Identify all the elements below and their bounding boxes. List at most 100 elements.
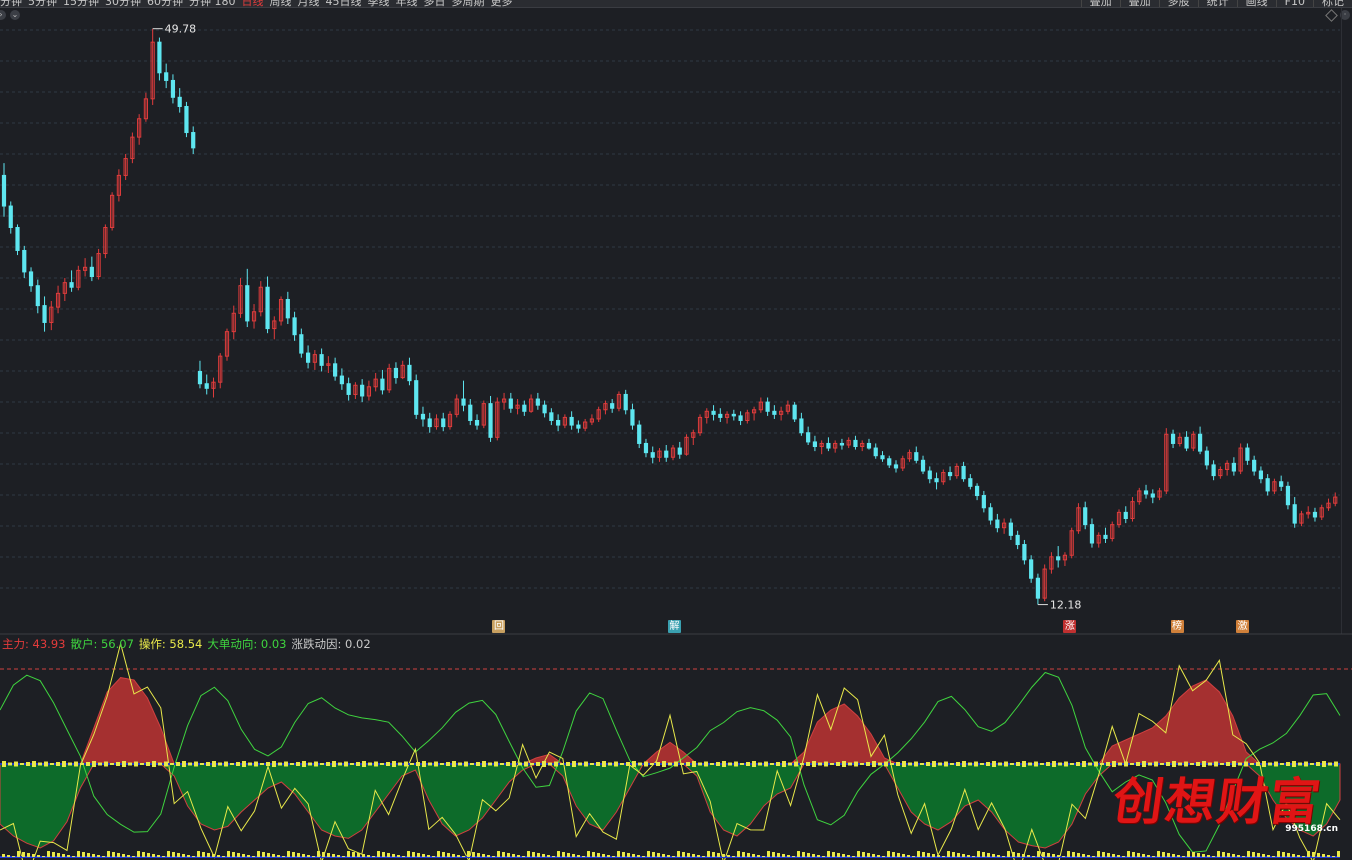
bottom-volume-bar	[67, 855, 70, 857]
volume-tick	[110, 763, 114, 765]
bottom-volume-bar	[1087, 855, 1090, 857]
volume-tick	[386, 762, 390, 766]
volume-tick	[206, 762, 210, 766]
bottom-volume-bar	[497, 851, 500, 857]
bottom-volume-bar	[587, 851, 590, 857]
volume-tick	[62, 761, 66, 767]
volume-tick	[470, 763, 474, 765]
volume-tick	[68, 762, 72, 766]
bottom-volume-bar	[352, 852, 355, 857]
volume-tick	[344, 761, 348, 767]
bottom-volume-bar	[277, 855, 280, 857]
bottom-volume-bar	[372, 856, 375, 857]
bottom-volume-bar	[932, 854, 935, 857]
volume-tick	[986, 762, 990, 766]
candle-body	[157, 41, 162, 74]
volume-tick	[722, 761, 726, 767]
volume-tick	[14, 761, 18, 767]
bottom-volume-bar	[1012, 852, 1015, 857]
bottom-volume-bar	[1107, 853, 1110, 857]
volume-tick	[680, 763, 684, 765]
volume-tick	[20, 763, 24, 765]
bottom-volume-bar	[222, 856, 225, 857]
bottom-volume-bar	[82, 852, 85, 857]
volume-tick	[860, 763, 864, 765]
volume-tick	[608, 762, 612, 766]
volume-tick	[548, 762, 552, 766]
kline-chart[interactable]: 49.78 12.18	[0, 0, 1352, 860]
bottom-volume-bar	[947, 851, 950, 857]
bottom-volume-bar	[882, 856, 885, 857]
candle-body	[35, 285, 40, 307]
volume-tick	[530, 763, 534, 765]
bottom-volume-bar	[522, 856, 525, 857]
bottom-volume-bar	[272, 854, 275, 857]
volume-tick	[992, 761, 996, 767]
event-marker-2[interactable]: 涨	[1063, 620, 1077, 633]
candle-body	[576, 424, 581, 429]
volume-tick	[320, 763, 324, 765]
bottom-volume-bar	[827, 851, 830, 857]
event-marker-3[interactable]: 榜	[1170, 620, 1184, 633]
candle-body	[407, 364, 412, 382]
high-price-label: 49.78	[165, 23, 197, 36]
bottom-volume-bar	[1242, 856, 1245, 857]
bottom-volume-bar	[1247, 851, 1250, 857]
volume-tick	[620, 763, 624, 765]
volume-tick	[332, 761, 336, 767]
volume-tick	[416, 762, 420, 766]
volume-tick	[1088, 762, 1092, 766]
volume-tick	[536, 762, 540, 766]
bottom-volume-bar	[892, 852, 895, 857]
bottom-volume-bar	[487, 855, 490, 857]
volume-tick	[602, 761, 606, 767]
volume-tick	[92, 761, 96, 767]
bottom-volume-bar	[512, 854, 515, 857]
volume-tick	[872, 761, 876, 767]
candle-body	[508, 398, 513, 409]
event-marker-0[interactable]: 回	[492, 620, 506, 633]
candle-body	[772, 410, 777, 415]
bottom-volume-bar	[967, 855, 970, 857]
bottom-volume-bar	[247, 855, 250, 857]
bottom-volume-bar	[727, 855, 730, 857]
bottom-volume-bar	[772, 852, 775, 857]
bottom-volume-bar	[857, 851, 860, 857]
bottom-volume-bar	[492, 856, 495, 857]
volume-tick	[770, 763, 774, 765]
volume-tick	[410, 763, 414, 765]
volume-tick	[926, 762, 930, 766]
volume-tick	[476, 762, 480, 766]
bottom-volume-bar	[317, 851, 320, 857]
volume-tick	[896, 762, 900, 766]
bottom-volume-bar	[442, 852, 445, 857]
volume-tick	[1076, 762, 1080, 766]
volume-tick	[284, 761, 288, 767]
bottom-volume-bar	[1232, 854, 1235, 857]
event-marker-4[interactable]: 激	[1236, 620, 1250, 633]
event-marker-1[interactable]: 解	[668, 620, 682, 633]
bottom-volume-bar	[72, 856, 75, 857]
bottom-volume-bar	[1317, 853, 1320, 857]
bottom-volume-bar	[2, 854, 5, 857]
bottom-volume-bar	[1022, 854, 1025, 857]
volume-tick	[26, 762, 30, 766]
volume-tick	[44, 761, 48, 767]
bottom-volume-bar	[37, 855, 40, 857]
bottom-volume-bar	[447, 853, 450, 857]
candle-body	[1022, 544, 1027, 561]
volume-tick	[302, 761, 306, 767]
volume-tick	[866, 762, 870, 766]
candle-body	[637, 424, 642, 444]
bottom-volume-bar	[667, 855, 670, 857]
bottom-volume-bar	[1017, 853, 1020, 857]
bottom-volume-bar	[797, 851, 800, 857]
candle-body	[1292, 504, 1297, 524]
bottom-volume-bar	[1127, 851, 1130, 857]
bottom-volume-bar	[17, 851, 20, 857]
bottom-volume-bar	[712, 852, 715, 857]
candle-body	[42, 305, 47, 323]
volume-tick	[188, 762, 192, 766]
bottom-volume-bar	[207, 853, 210, 857]
bottom-volume-bar	[1267, 855, 1270, 857]
